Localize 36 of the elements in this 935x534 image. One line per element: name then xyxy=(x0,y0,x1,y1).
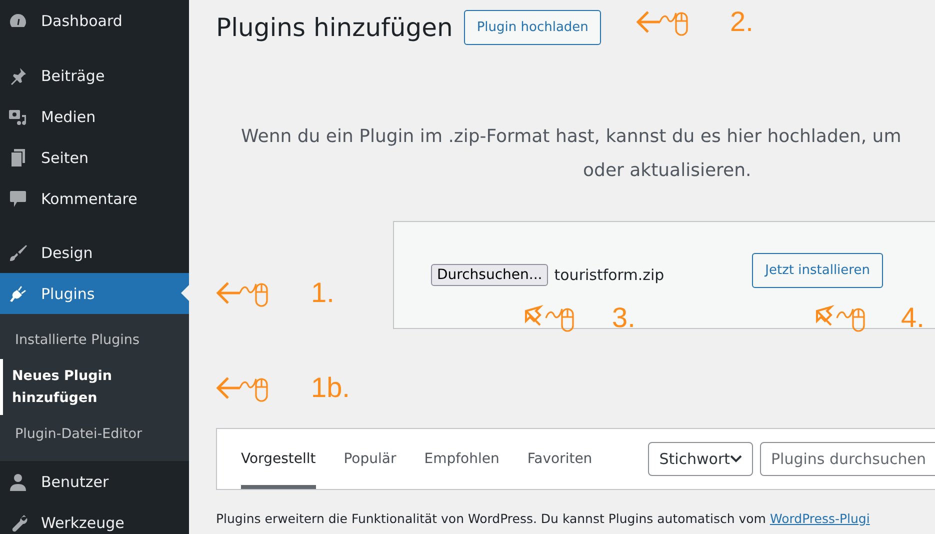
step-number: 3. xyxy=(612,302,636,334)
tab[interactable]: Vorgestellt xyxy=(241,429,316,489)
sidebar-item[interactable]: Werkzeuge xyxy=(0,502,189,534)
upload-description: Wenn du ein Plugin im .zip-Format hast, kannst du es hier hochladen, um xyxy=(241,125,902,149)
step-number: 4. xyxy=(901,302,924,334)
file-name: touristform.zip xyxy=(554,266,664,284)
submenu-item[interactable]: Plugin-Datei-Editor xyxy=(0,415,189,453)
step-number: 2. xyxy=(730,6,754,38)
paintbrush-icon xyxy=(8,242,28,262)
directory-link[interactable]: WordPress-Plugi xyxy=(770,511,870,526)
sidebar-item[interactable]: Beiträge xyxy=(0,55,189,96)
search-field[interactable]: Plugins durchsuchen xyxy=(760,442,935,476)
step-number: 1. xyxy=(311,277,334,309)
search-type-dropdown[interactable]: Stichwort xyxy=(648,442,754,476)
tab[interactable]: Empfohlen xyxy=(424,429,500,489)
page-title: Plugins hinzufügen xyxy=(216,12,453,42)
intro-text: Plugins erweitern die Funktionalität von WordPress. Du kannst Plugins automatisch vom WordPress-Plugi xyxy=(216,511,871,526)
upload-description: oder aktualisieren. xyxy=(583,159,752,183)
submenu-item[interactable]: Installierte Plugins xyxy=(0,321,189,359)
sidebar-item[interactable]: Medien xyxy=(0,96,189,137)
browse-button[interactable]: Durchsuchen... xyxy=(431,264,548,286)
chevron-down-icon xyxy=(730,455,742,463)
tab[interactable]: Favoriten xyxy=(527,429,592,489)
install-now-button[interactable]: Jetzt installieren xyxy=(752,252,883,288)
sidebar-item[interactable]: Kommentare xyxy=(0,178,189,219)
sidebar-item[interactable]: Benutzer xyxy=(0,461,189,502)
plug-icon xyxy=(8,284,28,304)
user-icon xyxy=(8,472,28,492)
sidebar-item[interactable]: Plugins xyxy=(0,273,189,314)
upload-plugin-button[interactable]: Plugin hochladen xyxy=(464,10,602,44)
speech-bubble-icon xyxy=(8,188,28,208)
tab[interactable]: Populär xyxy=(344,429,396,489)
sidebar-item[interactable]: Dashboard xyxy=(0,0,189,41)
step-number: 1b. xyxy=(311,372,350,404)
sidebar-item[interactable]: Design xyxy=(0,232,189,273)
sidebar-item[interactable]: Seiten xyxy=(0,137,189,178)
